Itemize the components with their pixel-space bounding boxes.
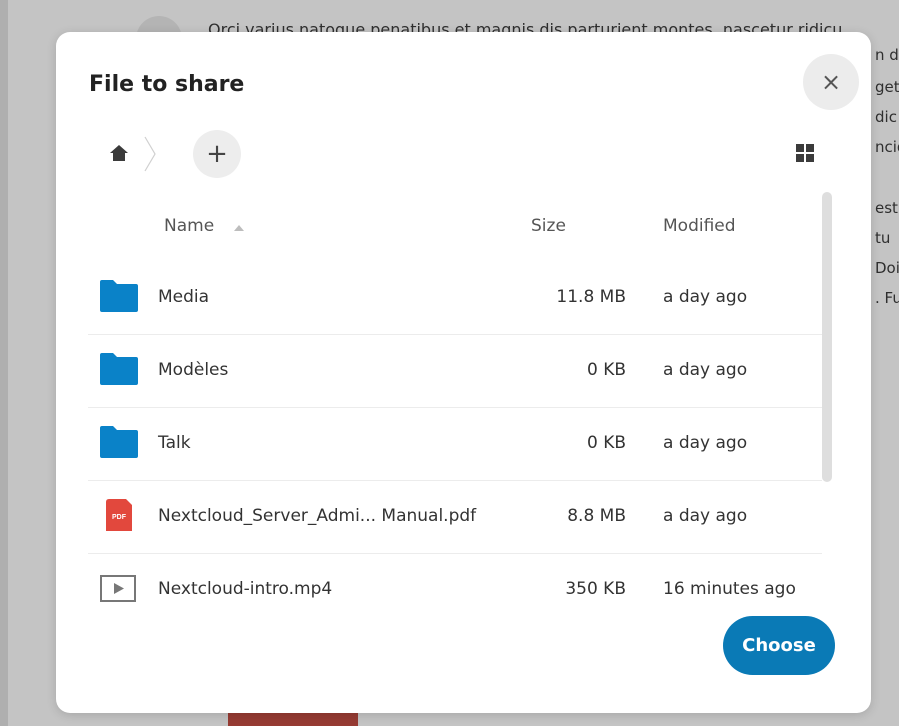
dialog-title: File to share bbox=[89, 72, 245, 97]
home-icon[interactable] bbox=[108, 142, 130, 164]
file-row[interactable]: Nextcloud-intro.mp4 350 KB 16 minutes ag… bbox=[88, 554, 822, 626]
file-size: 11.8 MB bbox=[556, 287, 626, 307]
file-name: Nextcloud_Server_Admi... Manual.pdf bbox=[158, 506, 477, 526]
new-folder-button[interactable]: + bbox=[193, 130, 241, 178]
file-size: 0 KB bbox=[586, 360, 626, 380]
column-header-name[interactable]: Name bbox=[164, 216, 214, 236]
file-modified: a day ago bbox=[663, 506, 748, 526]
folder-icon bbox=[100, 426, 138, 458]
column-header-size[interactable]: Size bbox=[531, 216, 566, 236]
file-name: Modèles bbox=[158, 360, 229, 380]
file-name: Talk bbox=[158, 433, 191, 453]
sort-ascending-icon bbox=[234, 225, 244, 231]
plus-icon: + bbox=[206, 139, 228, 169]
file-modified: a day ago bbox=[663, 287, 748, 307]
pdf-icon-label: PDF bbox=[112, 514, 127, 521]
file-name: Media bbox=[158, 287, 210, 307]
file-list: Name Size Modified Media 11.8 MB a day a… bbox=[88, 188, 822, 626]
file-size: 350 KB bbox=[565, 579, 626, 599]
file-row[interactable]: PDF Nextcloud_Server_Admi... Manual.pdf … bbox=[88, 481, 822, 554]
close-button[interactable]: × bbox=[803, 54, 859, 110]
file-list-header: Name Size Modified bbox=[88, 188, 822, 262]
file-modified: a day ago bbox=[663, 360, 748, 380]
file-modified: 16 minutes ago bbox=[663, 579, 796, 599]
file-size: 0 KB bbox=[586, 433, 626, 453]
video-icon bbox=[100, 575, 136, 602]
file-modified: a day ago bbox=[663, 433, 748, 453]
close-icon: × bbox=[820, 68, 842, 96]
file-row[interactable]: Modèles 0 KB a day ago bbox=[88, 335, 822, 408]
file-size: 8.8 MB bbox=[567, 506, 626, 526]
breadcrumb-separator-icon bbox=[144, 136, 156, 172]
folder-icon bbox=[100, 353, 138, 385]
file-picker-dialog: File to share × + Name Size Modified Med… bbox=[56, 32, 871, 713]
file-name: Nextcloud-intro.mp4 bbox=[158, 579, 333, 599]
file-row[interactable]: Media 11.8 MB a day ago bbox=[88, 262, 822, 335]
file-list-scrollbar[interactable] bbox=[822, 192, 832, 482]
pdf-icon: PDF bbox=[106, 499, 132, 531]
grid-view-icon[interactable] bbox=[794, 142, 816, 164]
choose-button[interactable]: Choose bbox=[723, 616, 835, 675]
folder-icon bbox=[100, 280, 138, 312]
column-header-modified[interactable]: Modified bbox=[663, 216, 736, 236]
file-row[interactable]: Talk 0 KB a day ago bbox=[88, 408, 822, 481]
